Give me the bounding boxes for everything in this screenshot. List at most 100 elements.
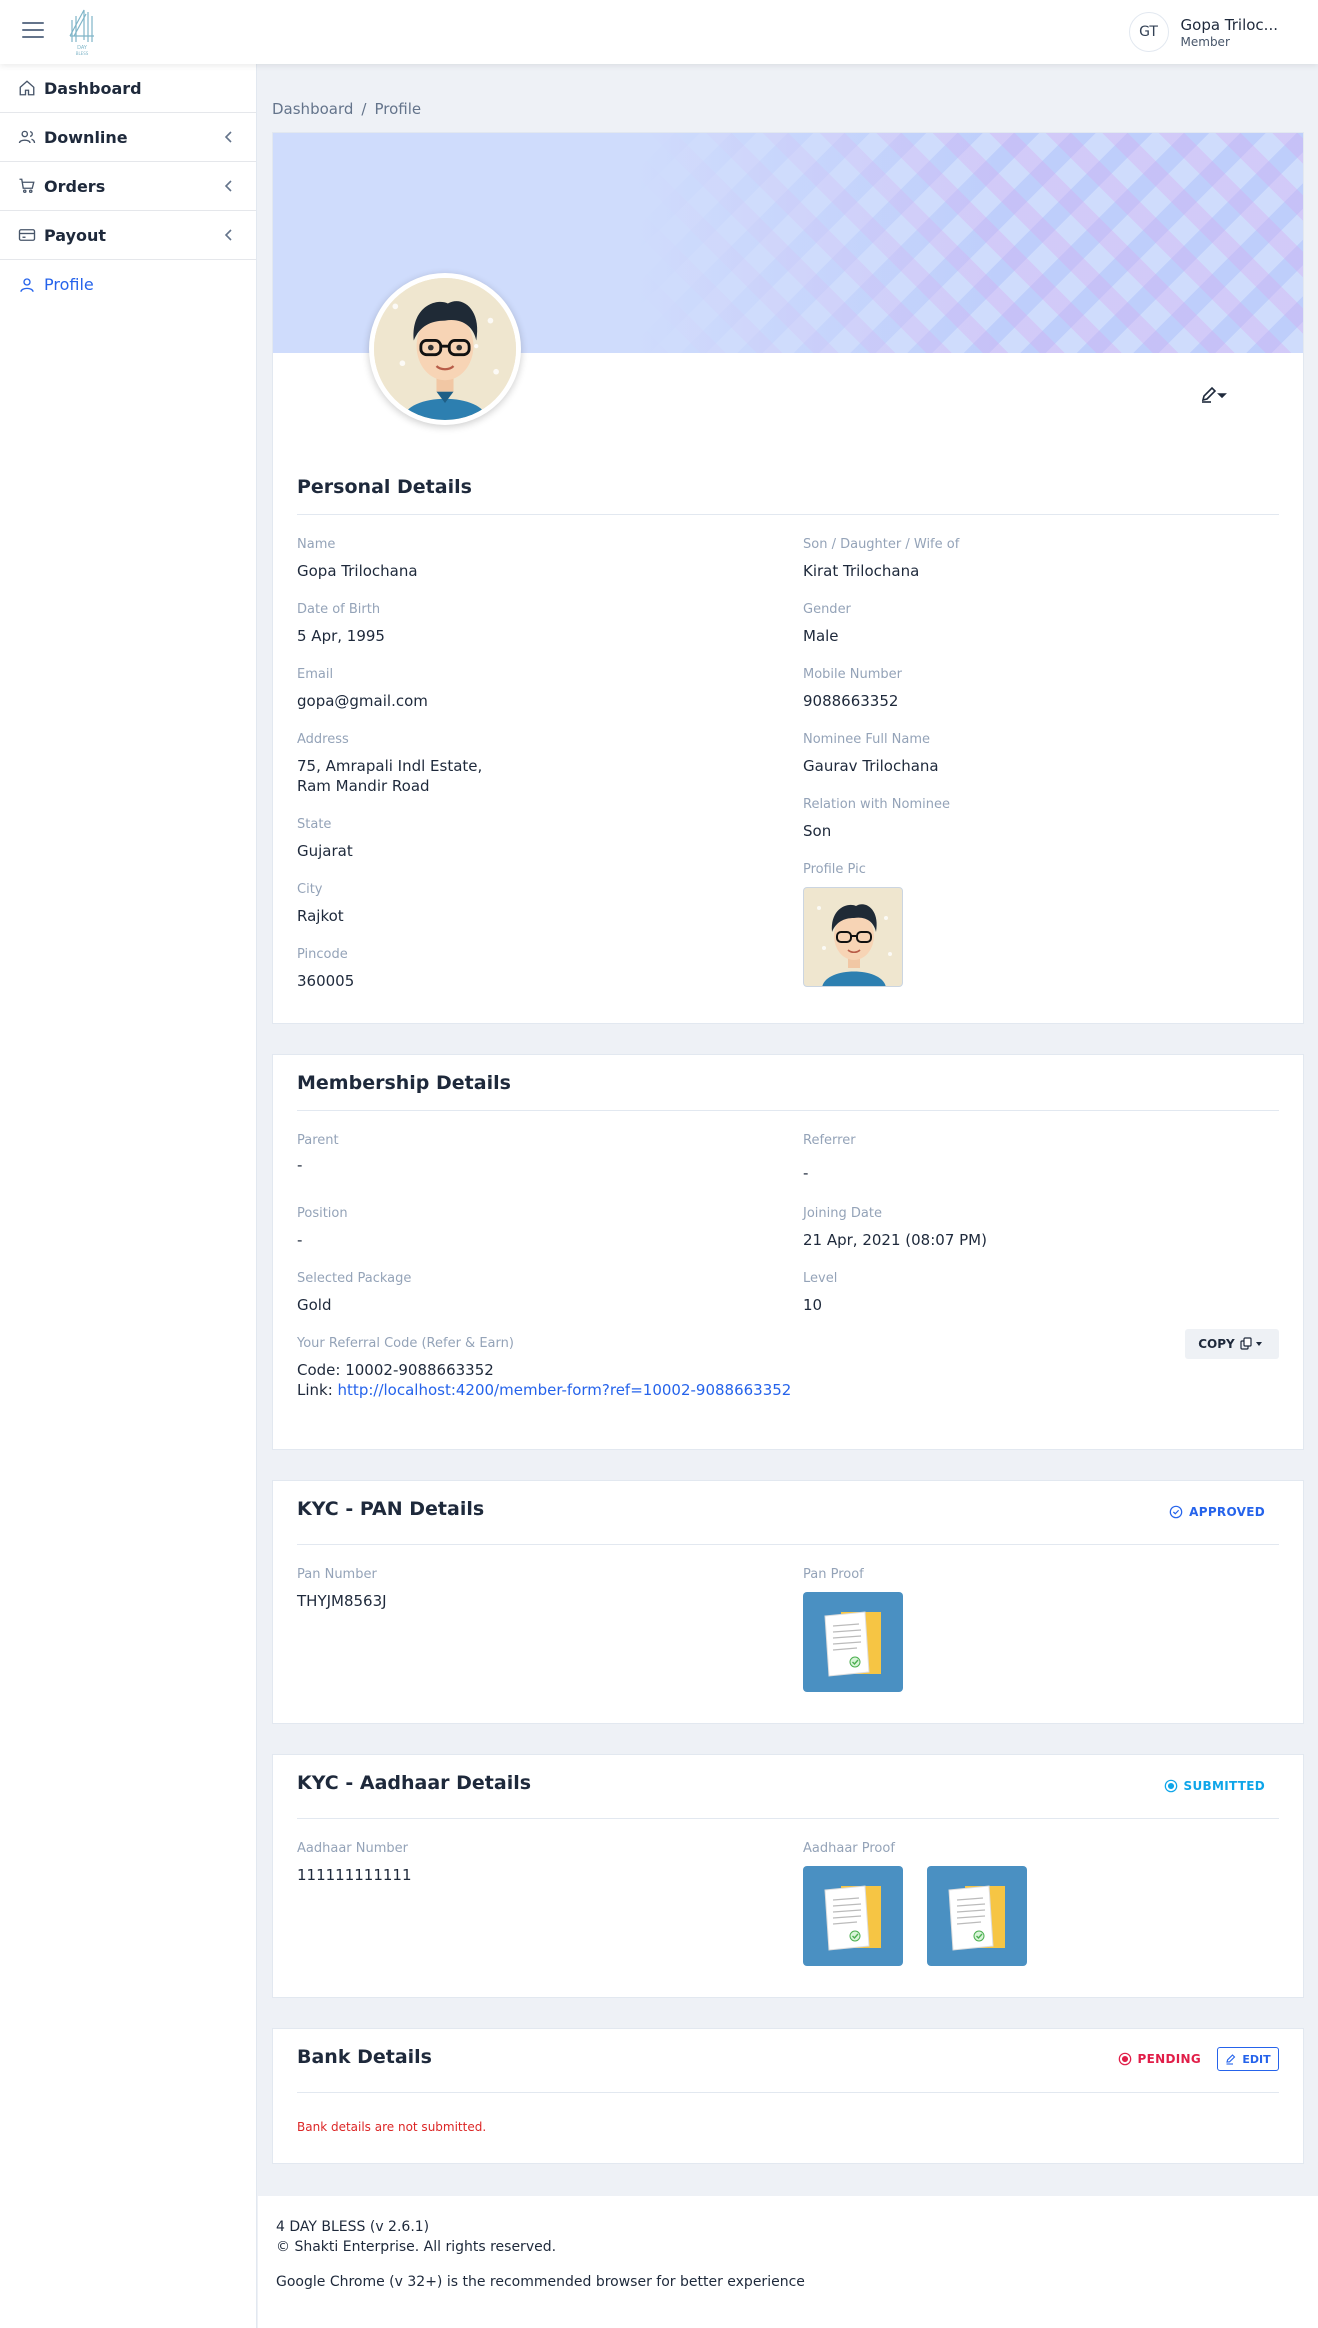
- section-title-personal: Personal Details: [297, 476, 472, 498]
- chevron-left-icon: [224, 131, 232, 143]
- divider: [297, 1110, 1279, 1111]
- kyc-pan-card: KYC - PAN Details APPROVED Pan Number TH…: [272, 1480, 1304, 1724]
- pan-status-text: APPROVED: [1189, 1505, 1265, 1519]
- dob-value: 5 Apr, 1995: [297, 627, 385, 645]
- referral-link[interactable]: http://localhost:4200/member-form?ref=10…: [338, 1381, 792, 1399]
- bank-status-badge: PENDING: [1118, 2052, 1201, 2066]
- relation-value: Kirat Trilochana: [803, 562, 920, 580]
- sidebar-item-label: Downline: [44, 127, 128, 147]
- user-icon: [20, 277, 34, 292]
- position-label: Position: [297, 1206, 348, 1221]
- divider: [297, 1544, 1279, 1545]
- copy-button-label: COPY: [1198, 1337, 1235, 1351]
- dob-label: Date of Birth: [297, 602, 381, 617]
- breadcrumb-separator: /: [361, 100, 367, 118]
- sidebar-item-label: Dashboard: [44, 78, 142, 98]
- avatar[interactable]: GT: [1128, 12, 1169, 52]
- pincode-value: 360005: [297, 972, 355, 990]
- users-icon: [18, 130, 36, 144]
- bank-details-card: Bank Details PENDING EDIT Bank details a…: [272, 2028, 1304, 2164]
- nominee-relation-value: Son: [803, 822, 832, 840]
- check-circle-icon: [1169, 1505, 1183, 1519]
- joining-label: Joining Date: [803, 1206, 882, 1221]
- aadhaar-number-value: 111111111111: [297, 1866, 412, 1884]
- document-icon: [948, 1885, 1005, 1951]
- aadhaar-status-badge: SUBMITTED: [1164, 1779, 1265, 1793]
- copy-icon: [1240, 1337, 1262, 1350]
- profile-avatar: [369, 273, 521, 425]
- nominee-relation-label: Relation with Nominee: [803, 797, 950, 812]
- package-label: Selected Package: [297, 1271, 412, 1286]
- bank-status-text: PENDING: [1137, 2052, 1201, 2066]
- pan-proof-thumbnail[interactable]: [803, 1592, 903, 1692]
- sidebar-item-label: Orders: [44, 176, 106, 196]
- pan-proof-label: Pan Proof: [803, 1567, 864, 1582]
- radio-dot-icon: [1164, 1779, 1177, 1793]
- footer-copyright: © Shakti Enterprise. All rights reserved…: [276, 2239, 557, 2255]
- pan-number-value: THYJM8563J: [297, 1592, 387, 1610]
- sidebar-item-payout[interactable]: Payout: [0, 211, 256, 260]
- divider: [297, 2092, 1279, 2093]
- email-label: Email: [297, 667, 334, 682]
- section-title-pan: KYC - PAN Details: [297, 1498, 485, 1520]
- sidebar-item-profile[interactable]: Profile: [0, 260, 256, 309]
- name-value: Gopa Trilochana: [297, 562, 418, 580]
- state-label: State: [297, 817, 332, 832]
- home-icon: [19, 80, 35, 96]
- referral-code: Code: 10002-9088663352: [297, 1361, 494, 1379]
- relation-label: Son / Daughter / Wife of: [803, 537, 960, 552]
- aadhaar-proof-back-thumbnail[interactable]: [927, 1866, 1027, 1966]
- app-logo[interactable]: DAY BLESS: [66, 6, 98, 56]
- referral-link-row: Link: http://localhost:4200/member-form?…: [297, 1380, 791, 1400]
- sidebar-item-label: Payout: [44, 225, 107, 245]
- svg-text:BLESS: BLESS: [76, 51, 89, 56]
- copy-referral-button[interactable]: COPY: [1185, 1329, 1279, 1359]
- pan-number-label: Pan Number: [297, 1567, 377, 1582]
- edit-profile-dropdown[interactable]: [1199, 385, 1227, 405]
- city-label: City: [297, 882, 323, 897]
- sidebar-item-dashboard[interactable]: Dashboard: [0, 64, 256, 113]
- profile-pic-label: Profile Pic: [803, 862, 866, 877]
- sidebar-item-downline[interactable]: Downline: [0, 113, 256, 162]
- aadhaar-proof-label: Aadhaar Proof: [803, 1841, 895, 1856]
- sidebar: Dashboard Downline Orders Payout Profile: [0, 64, 257, 2328]
- mobile-label: Mobile Number: [803, 667, 902, 682]
- aadhaar-status-text: SUBMITTED: [1183, 1779, 1265, 1793]
- package-value: Gold: [297, 1296, 332, 1314]
- radio-dot-icon: [1118, 2052, 1131, 2066]
- document-icon: [824, 1885, 881, 1951]
- chevron-left-icon: [224, 180, 232, 192]
- address-line2: Ram Mandir Road: [297, 777, 430, 795]
- edit-button-label: EDIT: [1242, 2052, 1271, 2066]
- profile-pic-thumbnail[interactable]: [803, 887, 903, 987]
- level-label: Level: [803, 1271, 838, 1286]
- membership-details-card: Membership Details Parent - Position - S…: [272, 1054, 1304, 1450]
- document-icon: [824, 1611, 881, 1677]
- mobile-value: 9088663352: [803, 692, 899, 710]
- section-title-membership: Membership Details: [297, 1072, 511, 1094]
- personal-details-card: Personal Details Name Gopa Trilochana Da…: [272, 132, 1305, 1024]
- aadhaar-proof-front-thumbnail[interactable]: [803, 1866, 903, 1966]
- edit-bank-button[interactable]: EDIT: [1217, 2047, 1279, 2071]
- pencil-icon: [1201, 386, 1227, 403]
- referral-label: Your Referral Code (Refer & Earn): [297, 1336, 514, 1351]
- menu-toggle-icon[interactable]: [22, 22, 44, 40]
- aadhaar-number-label: Aadhaar Number: [297, 1841, 408, 1856]
- user-menu[interactable]: GT Gopa Triloc... Member: [1128, 12, 1278, 52]
- nominee-value: Gaurav Trilochana: [803, 757, 939, 775]
- footer: 4 DAY BLESS (v 2.6.1) © Shakti Enterpris…: [258, 2196, 1318, 2328]
- parent-value: -: [297, 1156, 303, 1174]
- pincode-label: Pincode: [297, 947, 348, 962]
- kyc-aadhaar-card: KYC - Aadhaar Details SUBMITTED Aadhaar …: [272, 1754, 1304, 1998]
- breadcrumb-dashboard[interactable]: Dashboard: [272, 100, 353, 118]
- cart-icon: [19, 178, 35, 194]
- level-value: 10: [803, 1296, 823, 1314]
- footer-version: 4 DAY BLESS (v 2.6.1): [276, 2219, 430, 2235]
- address-line1: 75, Amrapali Indl Estate,: [297, 757, 483, 775]
- address-label: Address: [297, 732, 349, 747]
- referrer-value: -: [803, 1164, 809, 1182]
- pencil-icon: [1226, 2054, 1236, 2065]
- sidebar-item-label: Profile: [44, 275, 94, 294]
- divider: [297, 514, 1279, 515]
- sidebar-item-orders[interactable]: Orders: [0, 162, 256, 211]
